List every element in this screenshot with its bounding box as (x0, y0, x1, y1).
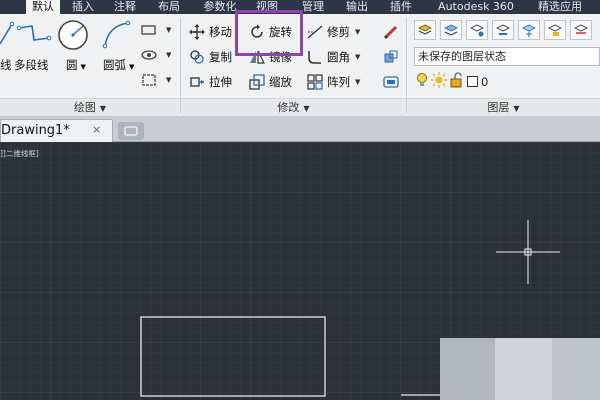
arc-tool-label[interactable]: 圆弧 ▼ (103, 57, 134, 73)
drawing-canvas[interactable]: ]]二维线框] (0, 142, 600, 400)
layer-freeze-icon (522, 24, 536, 37)
scale-icon (248, 73, 266, 91)
explode-icon (382, 48, 400, 66)
unlock-icon[interactable] (450, 72, 464, 91)
layer-color-swatch[interactable] (467, 76, 478, 87)
copy-icon (188, 48, 206, 66)
layer-stack-icon (418, 24, 432, 35)
new-drawing-icon (124, 126, 138, 136)
rectangle-icon (140, 21, 158, 39)
tab-autodesk-360[interactable]: Autodesk 360 (430, 0, 522, 14)
layer-freeze-button[interactable] (518, 20, 540, 40)
fillet-tool[interactable]: 圆角 ▼ (306, 47, 360, 67)
trim-tool[interactable]: 修剪 ▼ (306, 22, 360, 42)
layer-state-button[interactable] (440, 20, 462, 40)
layer-state-dropdown[interactable]: 未保存的图层状态 (414, 47, 600, 66)
hatch-tool[interactable]: ▼ (140, 45, 171, 65)
stretch-icon (188, 73, 206, 91)
boundary-tool[interactable]: ▼ (140, 70, 171, 90)
circle-icon[interactable] (56, 18, 90, 55)
arc-icon[interactable] (102, 20, 132, 53)
pencil-eraser-icon (382, 23, 400, 41)
tab-default[interactable]: 默认 (26, 0, 60, 14)
layer-state-icon (444, 24, 458, 36)
file-tab-drawing1[interactable]: Drawing1* × (0, 119, 113, 142)
nav-block-3 (552, 338, 600, 400)
ribbon: 线 多段线 圆 ▼ 圆弧 ▼ ▼ ▼ ▼ 绘图 ▼ 移动 复制 拉伸 旋转 镜像 缩放… (0, 10, 600, 117)
nav-block-1 (440, 338, 495, 400)
trim-icon (306, 23, 324, 41)
layer-off-button[interactable] (466, 20, 488, 40)
canvas-grid (0, 142, 600, 400)
array-icon (306, 73, 324, 91)
tab-output[interactable]: 输出 (342, 0, 372, 14)
fillet-icon (306, 48, 324, 66)
layer-walk-icon (574, 24, 588, 34)
close-icon[interactable]: × (92, 123, 101, 136)
tab-insert[interactable]: 插入 (68, 0, 98, 14)
layer-isolate-icon (496, 24, 510, 35)
rectangle-tool[interactable]: ▼ (140, 20, 171, 40)
modify-panel-title[interactable]: 修改 ▼ (181, 98, 406, 116)
offset-tool[interactable] (382, 72, 403, 92)
layer-off-icon (470, 24, 484, 37)
lightbulb-icon[interactable] (416, 72, 428, 91)
layers-panel-title[interactable]: 图层 ▼ (407, 98, 600, 116)
offset-icon (382, 73, 400, 91)
polyline-tool-label[interactable]: 多段线 (14, 57, 49, 73)
rotate-highlight-box (235, 10, 303, 56)
boundary-icon (140, 71, 158, 89)
layer-properties-button[interactable] (414, 20, 436, 40)
move-tool[interactable]: 移动 (188, 22, 232, 42)
file-tab-title: Drawing1* (1, 123, 70, 138)
eye-icon (140, 46, 158, 64)
tab-featured-apps[interactable]: 精选应用 (532, 0, 588, 14)
layer-lock-button[interactable] (544, 20, 566, 40)
move-arrows-icon (188, 23, 206, 41)
line-tool-label[interactable]: 线 (0, 57, 12, 73)
scale-tool[interactable]: 缩放 (248, 72, 292, 92)
polyline-icon[interactable] (16, 20, 52, 53)
stretch-tool[interactable]: 拉伸 (188, 72, 232, 92)
nav-block-2 (495, 338, 552, 400)
tab-layout[interactable]: 布局 (154, 0, 184, 14)
tab-annotate[interactable]: 注释 (110, 0, 140, 14)
viewport-label[interactable]: ]]二维线框] (0, 148, 39, 159)
draw-panel-title[interactable]: 绘图 ▼ (0, 98, 180, 116)
copy-tool[interactable]: 复制 (188, 47, 232, 67)
circle-tool-label[interactable]: 圆 ▼ (66, 57, 86, 73)
tab-plugins[interactable]: 插件 (386, 0, 416, 14)
sun-icon[interactable] (431, 72, 447, 91)
layer-lock-icon (548, 24, 562, 36)
new-tab-button[interactable] (118, 122, 144, 140)
layer-walk-button[interactable] (570, 20, 592, 40)
layer-isolate-button[interactable] (492, 20, 514, 40)
current-layer-row[interactable]: 0 (416, 72, 488, 91)
file-tab-strip: Drawing1* × (0, 117, 600, 142)
erase-tool[interactable] (382, 22, 403, 42)
explode-tool[interactable] (382, 47, 403, 67)
current-layer-name: 0 (481, 74, 489, 89)
line-icon[interactable] (0, 20, 15, 53)
array-tool[interactable]: 阵列 ▼ (306, 72, 360, 92)
